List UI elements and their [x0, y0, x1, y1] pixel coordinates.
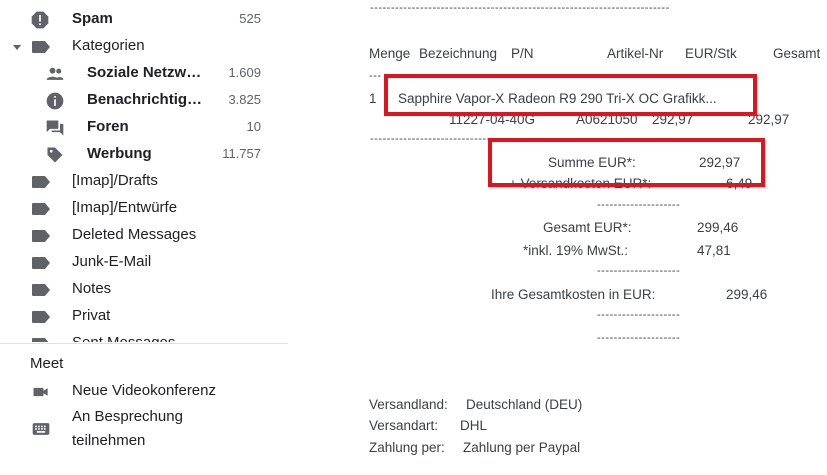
- separator-line: --------------------: [597, 332, 681, 344]
- header-eur-stk: EUR/Stk: [685, 46, 737, 61]
- sidebar-item-label-sent[interactable]: Sent Messages: [0, 330, 288, 342]
- sidebar-item-updates[interactable]: Benachrichtig… 3.825: [0, 87, 288, 114]
- unread-count: 525: [239, 11, 261, 26]
- sidebar-item-promotions[interactable]: Werbung 11.757: [0, 141, 288, 168]
- forum-icon: [46, 120, 64, 136]
- ihre-gesamtkosten-value: 299,46: [726, 287, 768, 302]
- sidebar-item-label: Notes: [72, 280, 112, 297]
- label-icon: [32, 203, 50, 215]
- sidebar-item-spam[interactable]: Spam 525: [0, 6, 288, 33]
- sidebar-item-label: Junk-E-Mail: [72, 253, 152, 270]
- highlight-box-summe: [488, 138, 765, 187]
- sidebar-item-label-notes[interactable]: Notes: [0, 276, 288, 303]
- gesamt-value: 299,46: [697, 220, 739, 235]
- header-gesamt: Gesamt: [773, 46, 821, 61]
- join-meeting-label-line1: An Besprechung: [72, 408, 183, 425]
- sidebar-item-label: Soziale Netzw…: [87, 64, 202, 81]
- unread-count: 10: [246, 119, 261, 134]
- label-icon: [32, 41, 50, 53]
- mwst-label: *inkl. 19% MwSt.:: [523, 243, 629, 258]
- versandart-value: DHL: [460, 418, 488, 433]
- highlight-box-item: [384, 74, 757, 116]
- keyboard-icon: [32, 423, 50, 435]
- new-meeting-button[interactable]: Neue Videokonferenz: [0, 378, 288, 405]
- header-menge: Menge: [369, 46, 411, 61]
- sidebar-item-label: Deleted Messages: [72, 226, 197, 243]
- gesamt-label: Gesamt EUR*:: [543, 220, 632, 235]
- videocam-icon: [33, 387, 48, 397]
- sidebar-item-label: [Imap]/Entwürfe: [72, 199, 178, 216]
- separator-line: ---: [369, 70, 382, 82]
- header-bezeichnung: Bezeichnung: [419, 46, 498, 61]
- sidebar-item-label: Foren: [87, 118, 129, 135]
- versandart-label: Versandart:: [369, 418, 439, 433]
- spam-icon: [31, 11, 49, 29]
- separator-line: --------------------: [597, 199, 681, 211]
- zahlung-label: Zahlung per:: [369, 440, 445, 455]
- sidebar: Spam 525 Kategorien Soziale Netzw… 1.609…: [0, 0, 288, 475]
- people-icon: [46, 67, 64, 80]
- label-icon: [32, 257, 50, 269]
- sidebar-item-label-entwuerfe[interactable]: [Imap]/Entwürfe: [0, 195, 288, 222]
- info-icon: [46, 92, 64, 110]
- sidebar-divider: [0, 343, 288, 344]
- meet-section-title: Meet: [30, 355, 64, 372]
- tag-icon: [47, 147, 63, 163]
- sidebar-item-label: Werbung: [87, 145, 152, 162]
- sidebar-item-label: [Imap]/Drafts: [72, 172, 158, 189]
- unread-count: 1.609: [228, 65, 261, 80]
- header-pn: P/N: [511, 46, 534, 61]
- header-artikel-nr: Artikel-Nr: [607, 46, 664, 61]
- sidebar-item-forums[interactable]: Foren 10: [0, 114, 288, 141]
- separator-line: --------------------: [597, 265, 681, 277]
- label-icon: [32, 338, 50, 342]
- versandland-value: Deutschland (DEU): [466, 397, 583, 412]
- sidebar-item-label: Benachrichtig…: [87, 91, 203, 108]
- sidebar-item-label: Privat: [72, 307, 111, 324]
- sidebar-item-label: Spam: [72, 10, 113, 27]
- mwst-value: 47,81: [697, 243, 731, 258]
- label-icon: [32, 176, 50, 188]
- sidebar-item-label: Sent Messages: [72, 334, 175, 342]
- item-quantity: 1: [369, 91, 377, 106]
- chevron-down-icon[interactable]: [12, 42, 22, 52]
- separator-line: --------------------: [597, 309, 681, 321]
- label-icon: [32, 230, 50, 242]
- separator-line: ----------------------------------------…: [370, 2, 670, 14]
- sidebar-item-label-deleted[interactable]: Deleted Messages: [0, 222, 288, 249]
- join-meeting-label-line2: teilnehmen: [72, 432, 146, 449]
- versandland-label: Versandland:: [369, 397, 448, 412]
- sidebar-item-social[interactable]: Soziale Netzw… 1.609: [0, 60, 288, 87]
- sidebar-item-label: Kategorien: [72, 37, 145, 54]
- unread-count: 11.757: [222, 146, 261, 161]
- label-icon: [32, 284, 50, 296]
- sidebar-item-label-drafts[interactable]: [Imap]/Drafts: [0, 168, 288, 195]
- join-meeting-button[interactable]: An Besprechung teilnehmen: [0, 405, 288, 455]
- zahlung-value: Zahlung per Paypal: [463, 440, 581, 455]
- new-meeting-label: Neue Videokonferenz: [72, 382, 216, 399]
- sidebar-item-label-junk[interactable]: Junk-E-Mail: [0, 249, 288, 276]
- sidebar-item-kategorien[interactable]: Kategorien: [0, 33, 288, 60]
- ihre-gesamtkosten-label: Ihre Gesamtkosten in EUR:: [491, 287, 656, 302]
- unread-count: 3.825: [228, 92, 261, 107]
- sidebar-item-label-privat[interactable]: Privat: [0, 303, 288, 330]
- label-icon: [32, 311, 50, 323]
